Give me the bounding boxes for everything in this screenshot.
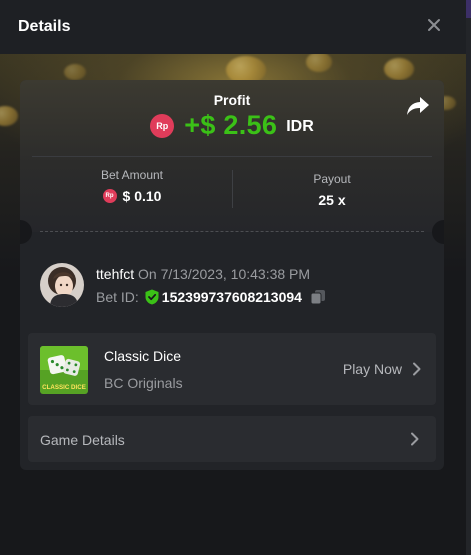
payout-value: 25 x [318, 192, 346, 208]
avatar[interactable] [40, 263, 84, 307]
game-details-row[interactable]: Game Details [28, 416, 436, 462]
chevron-right-icon [411, 432, 419, 446]
play-now-label: Play Now [342, 361, 402, 377]
modal-header: Details [0, 0, 466, 54]
profit-amount-row: Rp +$ 2.56 IDR [20, 110, 444, 141]
play-now-button[interactable]: Play Now [343, 361, 422, 377]
game-thumb-caption: CLASSIC DICE [42, 384, 86, 391]
payout-stat: Payout 25 x [232, 172, 432, 208]
stats-divider [32, 156, 432, 157]
bet-amount-label: Bet Amount [100, 168, 164, 182]
game-row[interactable]: CLASSIC DICE Classic Dice BC Originals P… [28, 333, 436, 405]
bet-amount-value: $ 0.10 [122, 188, 162, 204]
currency-rp-icon: Rp [150, 113, 175, 138]
bet-id-label: Bet ID: [96, 289, 139, 305]
profit-label: Profit [213, 92, 251, 108]
payout-label: Payout [313, 172, 351, 186]
bet-details-card: Profit Rp +$ 2.56 IDR Bet Amount Rp $ 0.… [20, 80, 444, 470]
chevron-right-icon [413, 362, 421, 376]
classic-dice-thumbnail: CLASSIC DICE [40, 346, 88, 394]
modal-title: Details [18, 18, 71, 35]
currency-rp-small-icon: Rp [102, 189, 117, 203]
game-name: Classic Dice [104, 348, 182, 364]
bet-timestamp: On 7/13/2023, 10:43:38 PM [138, 266, 311, 282]
shield-check-icon [145, 289, 159, 305]
game-details-label: Game Details [40, 432, 125, 448]
page-edge-accent [466, 0, 471, 18]
share-icon[interactable] [406, 95, 430, 117]
game-provider: BC Originals [104, 375, 183, 391]
page-edge-strip [466, 0, 471, 555]
bet-amount-stat: Bet Amount Rp $ 0.10 [32, 168, 232, 204]
profit-amount: +$ 2.56 [184, 110, 278, 140]
ticket-notch-right [432, 220, 444, 244]
username[interactable]: ttehfct [96, 266, 134, 282]
ticket-dashed-divider [40, 231, 424, 232]
copy-icon[interactable] [310, 289, 326, 305]
profit-currency: IDR [286, 117, 314, 135]
details-modal: Details Profit Rp +$ 2.56 IDR Bet Amount… [0, 0, 466, 555]
close-icon[interactable] [426, 17, 442, 33]
bet-info-row: ttehfct On 7/13/2023, 10:43:38 PM Bet ID… [40, 263, 430, 309]
bet-id-value: 152399737608213094 [161, 289, 302, 305]
